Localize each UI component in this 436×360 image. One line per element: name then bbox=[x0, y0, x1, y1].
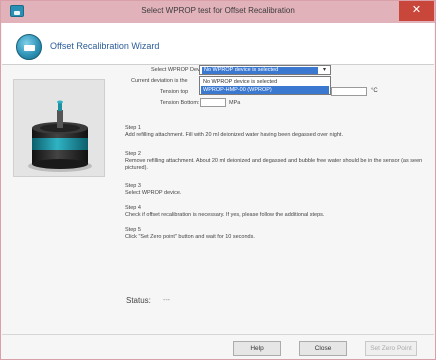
temperature-field[interactable] bbox=[331, 87, 367, 96]
temperature-unit: °C bbox=[371, 88, 378, 94]
tension-bottom-unit: MPa bbox=[229, 100, 241, 106]
step-text: Select WPROP device. bbox=[125, 190, 182, 196]
status-value: --- bbox=[163, 297, 170, 304]
close-button[interactable]: Close bbox=[299, 341, 347, 356]
step-heading: Step 3 bbox=[125, 183, 141, 189]
status-label: Status: bbox=[126, 296, 151, 305]
step-1: Step 1 Add refilling attachment. Fill wi… bbox=[125, 125, 425, 139]
step-heading: Step 1 bbox=[125, 125, 141, 131]
sensor-illustration bbox=[28, 100, 92, 172]
step-text: Check if offset recalibration is necessa… bbox=[125, 212, 325, 218]
dialog-window: Select WPROP test for Offset Recalibrati… bbox=[0, 0, 436, 360]
wizard-icon bbox=[16, 34, 42, 60]
device-option-highlighted[interactable]: WPROP-HMP-00 (WPROP) bbox=[201, 86, 329, 94]
device-selected-value: No WPROP device is selected bbox=[202, 67, 318, 74]
step-text: Click "Set Zero point" button and wait f… bbox=[125, 234, 255, 240]
device-option[interactable]: No WPROP device is selected bbox=[201, 78, 329, 86]
device-dropdown-list: No WPROP device is selected WPROP-HMP-00… bbox=[199, 76, 331, 95]
step-heading: Step 2 bbox=[125, 151, 141, 157]
footer-divider bbox=[2, 334, 434, 335]
device-image bbox=[13, 79, 105, 177]
step-text: Add refilling attachment. Fill with 20 m… bbox=[125, 132, 343, 138]
current-deviation-label: Current deviation is the bbox=[131, 78, 188, 84]
step-text: Remove refilling attachment. About 20 ml… bbox=[125, 158, 423, 171]
wizard-header: Offset Recalibration Wizard bbox=[2, 23, 434, 65]
title-bar[interactable]: Select WPROP test for Offset Recalibrati… bbox=[1, 1, 435, 23]
chevron-down-icon[interactable]: ▾ bbox=[320, 67, 329, 74]
step-3: Step 3 Select WPROP device. bbox=[125, 183, 425, 197]
step-heading: Step 5 bbox=[125, 227, 141, 233]
step-2: Step 2 Remove refilling attachment. Abou… bbox=[125, 151, 425, 172]
wizard-title: Offset Recalibration Wizard bbox=[50, 41, 160, 51]
tension-bottom-field[interactable] bbox=[200, 98, 226, 107]
device-dropdown[interactable]: No WPROP device is selected ▾ bbox=[199, 65, 331, 75]
set-zero-point-button[interactable]: Set Zero Point bbox=[365, 341, 417, 356]
window-title: Select WPROP test for Offset Recalibrati… bbox=[141, 6, 295, 15]
tension-bottom-label: Tension Bottom: bbox=[160, 100, 200, 106]
help-button[interactable]: Help bbox=[233, 341, 281, 356]
step-4: Step 4 Check if offset recalibration is … bbox=[125, 205, 425, 219]
tension-top-label: Tension top bbox=[160, 89, 189, 95]
step-heading: Step 4 bbox=[125, 205, 141, 211]
close-window-button[interactable]: ✕ bbox=[399, 1, 434, 21]
step-5: Step 5 Click "Set Zero point" button and… bbox=[125, 227, 425, 241]
